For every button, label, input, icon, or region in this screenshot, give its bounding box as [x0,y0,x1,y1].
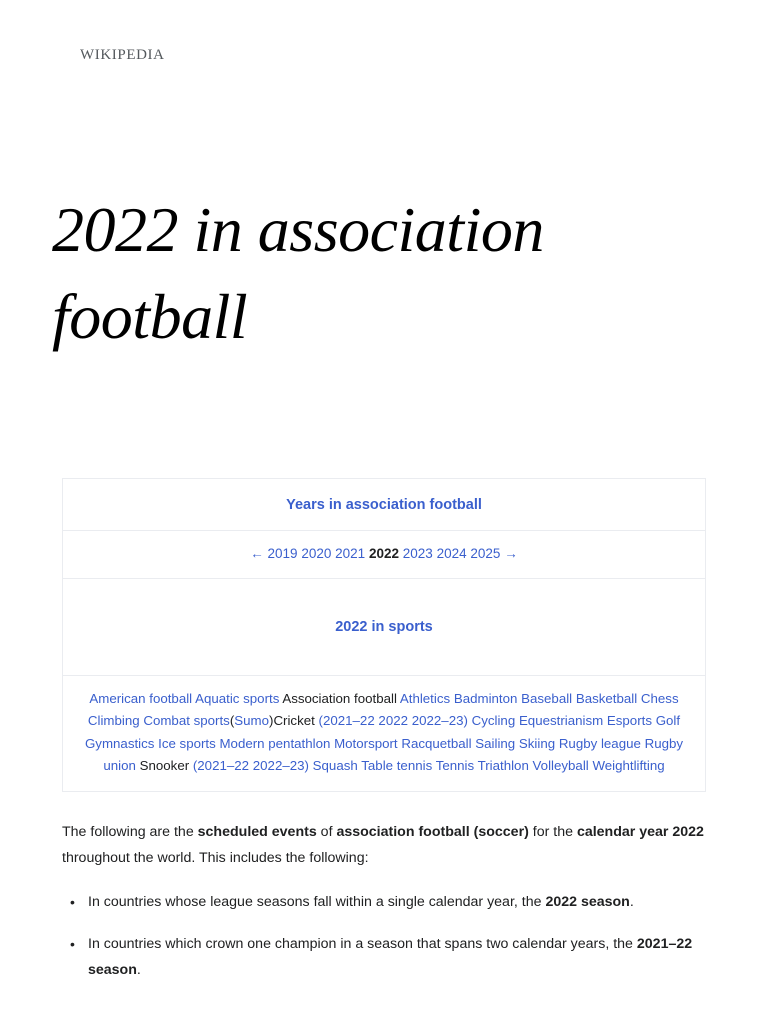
next-year-arrow[interactable]: → [504,546,518,561]
year-link-2023[interactable]: 2023 [403,546,433,561]
sport-link[interactable]: Rugby league [559,736,641,751]
sport-link[interactable]: Climbing [88,713,140,728]
navbox-title[interactable]: Years in association football [63,479,705,530]
wikipedia-wordmark[interactable]: Wikipedia [80,42,165,63]
sport-link[interactable]: Equestrianism [519,713,603,728]
page-title: 2022 in association football [52,194,544,353]
sport-link[interactable]: (2021–22 [319,713,375,728]
emphasis-text: calendar year 2022 [576,824,704,841]
body-text: for the [528,824,577,841]
sport-link[interactable]: Squash [313,758,358,773]
body-text: In countries which crown one champion in… [88,935,637,952]
prev-year-arrow[interactable]: ← [250,546,264,561]
sport-link[interactable]: Table tennis [361,758,432,773]
year-link-2021[interactable]: 2021 [335,546,365,561]
sport-text: Association football [282,690,397,706]
years-navbox: Years in association football ← 2019 202… [62,478,706,793]
navbox-container: Years in association football ← 2019 202… [0,360,768,793]
sport-link[interactable]: Golf [656,713,680,728]
sport-link[interactable]: Athletics [400,691,450,706]
navbox-title-row: Years in association football [63,479,705,532]
sport-link[interactable]: 2022 [378,713,408,728]
navbox-subtitle-row: 2022 in sports [63,579,705,676]
sport-link[interactable]: Aquatic sports [195,691,279,706]
sport-link[interactable]: Badminton [454,691,518,706]
sport-link[interactable]: Weightlifting [592,758,664,773]
body-text: of [316,824,337,841]
sport-link[interactable]: 2022–23) [412,713,468,728]
sport-link[interactable]: (2021–22 [193,758,249,773]
sport-link[interactable]: Sumo [234,713,269,728]
year-link-2024[interactable]: 2024 [437,546,467,561]
list-item: In countries whose league seasons fall w… [70,890,706,916]
sport-link[interactable]: Chess [641,691,679,706]
definition-list: In countries whose league seasons fall w… [62,890,706,984]
sport-link[interactable]: Gymnastics [85,736,154,751]
sport-link[interactable]: Racquetball [401,736,471,751]
year-link-2025[interactable]: 2025 [470,546,500,561]
navbox-subtitle[interactable]: 2022 in sports [63,579,705,675]
sports-link-list: American football Aquatic sports Associa… [63,676,705,791]
body-text: The following are the [62,824,198,841]
sport-link[interactable]: Modern pentathlon [219,736,330,751]
sport-link[interactable]: American football [89,691,192,706]
sport-text: Cricket [273,713,315,729]
sport-link[interactable]: Skiing [519,736,555,751]
sport-link[interactable]: Combat sports [143,713,229,728]
year-link-2019[interactable]: 2019 [268,546,298,561]
sport-link[interactable]: Volleyball [533,758,589,773]
body-text: In countries whose league seasons fall w… [88,893,546,910]
sport-link[interactable]: Esports [607,713,652,728]
body-text: throughout the world. This includes the … [62,850,369,867]
body-text: . [136,961,141,978]
current-year: 2022 [368,546,400,562]
article-body: The following are the scheduled events o… [0,792,768,983]
sport-link[interactable]: Baseball [521,691,572,706]
sport-link[interactable]: Basketball [576,691,637,706]
body-text: . [629,893,634,910]
navbox-sports-row: American football Aquatic sports Associa… [63,676,705,791]
sport-link[interactable]: Cycling [472,713,516,728]
title-section: 2022 in association football [0,64,768,360]
sport-link[interactable]: Motorsport [334,736,398,751]
sport-link[interactable]: Sailing [475,736,515,751]
list-item: In countries which crown one champion in… [70,932,706,984]
emphasis-text: 2022 season [545,893,630,910]
sport-link[interactable]: Ice sports [158,736,216,751]
emphasis-text: association football (soccer) [336,824,529,841]
emphasis-text: scheduled events [197,824,317,841]
year-navigation: ← 2019 2020 2021 2022 2023 2024 2025 → [63,531,705,577]
intro-paragraph: The following are the scheduled events o… [62,820,706,872]
sport-link[interactable]: Tennis [436,758,474,773]
article-page: Wikipedia 2022 in association football Y… [0,0,768,1024]
sport-link[interactable]: 2022–23) [253,758,309,773]
navbox-year-nav-row: ← 2019 2020 2021 2022 2023 2024 2025 → [63,531,705,579]
sport-link[interactable]: Triathlon [478,758,529,773]
year-link-2020[interactable]: 2020 [301,546,331,561]
site-header: Wikipedia [0,0,768,64]
sport-text: Snooker [139,757,190,773]
